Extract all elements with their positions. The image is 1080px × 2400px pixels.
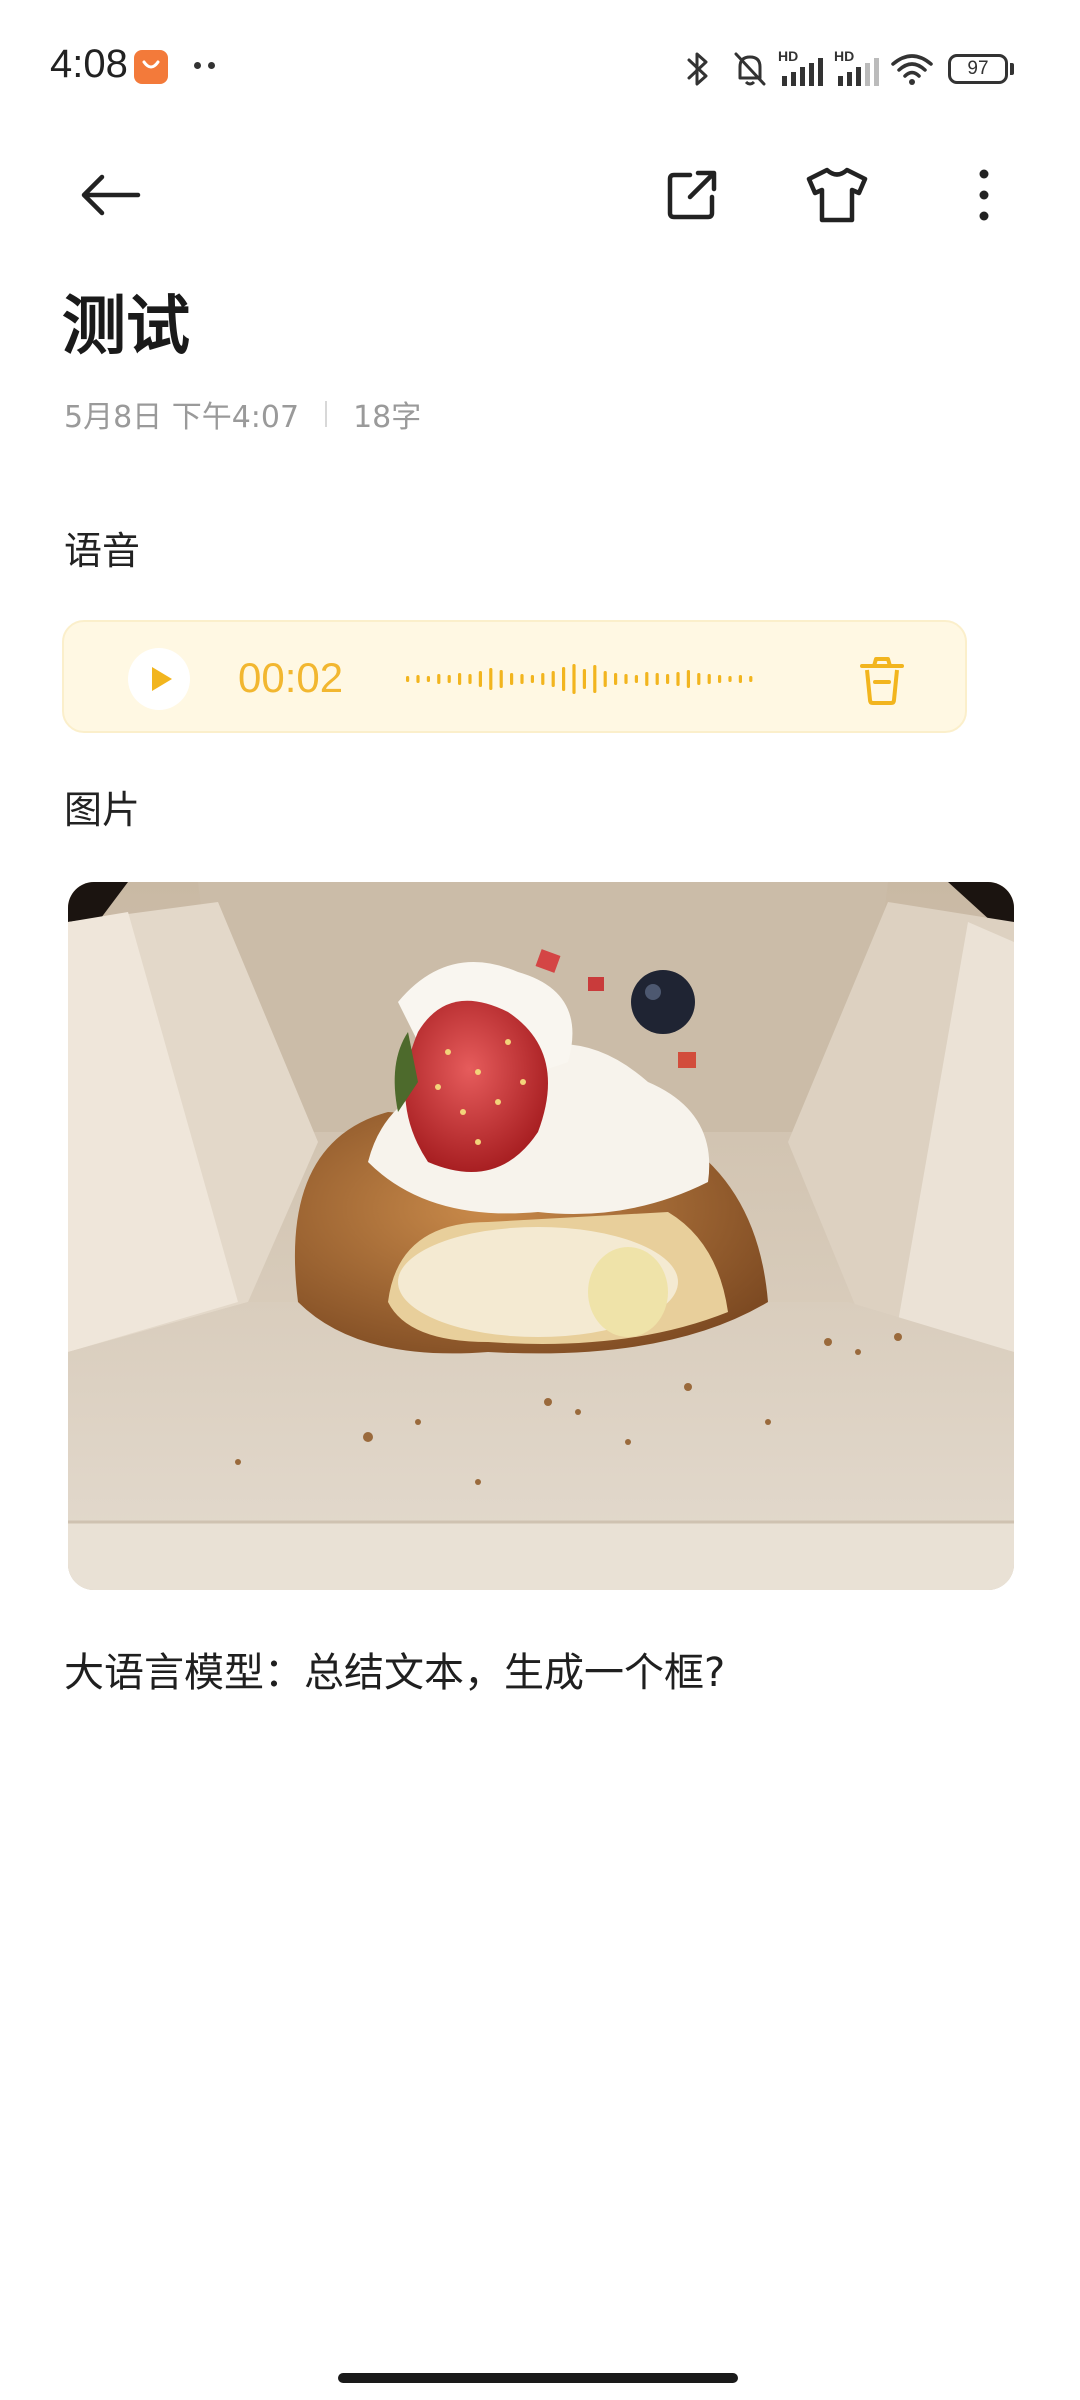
theme-shirt-icon bbox=[806, 167, 868, 223]
waveform-bar bbox=[572, 664, 576, 694]
note-title[interactable]: 测试 bbox=[62, 275, 190, 367]
waveform-bar bbox=[614, 673, 618, 685]
wifi-icon bbox=[891, 54, 933, 85]
note-body-text[interactable]: 大语言模型：总结文本，生成一个框? bbox=[64, 1640, 725, 1698]
battery-icon: 97 bbox=[948, 54, 1008, 84]
cell-signal-icon bbox=[782, 58, 823, 86]
waveform-bar bbox=[655, 673, 659, 685]
voice-duration: 00:02 bbox=[238, 654, 344, 701]
status-bar: 4:08 HD HD 97 bbox=[0, 0, 1080, 130]
note-meta: 5月8日 下午4:07 18字 bbox=[64, 392, 421, 436]
back-arrow-icon bbox=[81, 174, 141, 216]
waveform-bar bbox=[634, 675, 638, 683]
toolbar bbox=[0, 140, 1080, 250]
more-dots-icon bbox=[192, 62, 222, 72]
image-section-label[interactable]: 图片 bbox=[64, 779, 140, 834]
waveform-bar bbox=[676, 672, 680, 686]
waveform-bar bbox=[416, 675, 420, 683]
waveform-bar bbox=[541, 673, 545, 685]
waveform-bar bbox=[520, 674, 524, 684]
waveform-bar bbox=[749, 676, 753, 682]
waveform-bar bbox=[530, 675, 534, 683]
more-vertical-icon bbox=[979, 169, 989, 221]
play-icon bbox=[152, 667, 172, 691]
play-button[interactable] bbox=[128, 648, 190, 710]
waveform-bar bbox=[718, 675, 722, 683]
waveform-bar bbox=[406, 676, 410, 682]
waveform-bar bbox=[447, 675, 451, 683]
note-char-count: 18字 bbox=[353, 400, 422, 435]
waveform-bar bbox=[645, 672, 649, 686]
status-time: 4:08 bbox=[50, 42, 128, 86]
waveform-bar bbox=[738, 675, 742, 683]
battery-level: 97 bbox=[967, 58, 989, 79]
theme-button[interactable] bbox=[782, 140, 892, 250]
delete-voice-button[interactable] bbox=[854, 652, 910, 708]
waveform-bar bbox=[624, 674, 628, 684]
waveform-icon[interactable] bbox=[402, 652, 762, 706]
share-external-icon bbox=[667, 170, 717, 220]
waveform-bar bbox=[426, 676, 430, 682]
waveform-bar bbox=[489, 668, 493, 690]
waveform-bar bbox=[437, 674, 441, 684]
waveform-bar bbox=[707, 674, 711, 684]
silent-bell-icon bbox=[734, 52, 766, 86]
waveform-bar bbox=[458, 673, 462, 685]
attached-photo[interactable] bbox=[68, 882, 1014, 1590]
app-notification-icon bbox=[134, 50, 168, 84]
waveform-bar bbox=[551, 671, 555, 687]
trash-icon bbox=[860, 657, 904, 705]
battery-tip bbox=[1010, 63, 1014, 75]
waveform-bar bbox=[468, 674, 472, 684]
voice-recording-card[interactable]: 00:02 bbox=[62, 620, 967, 733]
voice-section-label[interactable]: 语音 bbox=[64, 520, 140, 575]
waveform-bar bbox=[697, 673, 701, 685]
waveform-bar bbox=[499, 670, 503, 688]
waveform-bar bbox=[593, 665, 597, 693]
waveform-bar bbox=[603, 671, 607, 687]
more-button[interactable] bbox=[929, 140, 1039, 250]
home-indicator[interactable] bbox=[338, 2373, 738, 2383]
meta-divider bbox=[325, 401, 328, 427]
waveform-bar bbox=[686, 670, 690, 688]
share-button[interactable] bbox=[637, 140, 747, 250]
bluetooth-icon bbox=[687, 52, 708, 86]
waveform-bar bbox=[478, 671, 482, 687]
back-button[interactable] bbox=[56, 140, 166, 250]
waveform-bar bbox=[510, 673, 514, 685]
waveform-bar bbox=[582, 669, 586, 689]
waveform-bar bbox=[728, 676, 732, 682]
croissant-photo-illustration bbox=[68, 882, 1014, 1590]
waveform-bar bbox=[666, 674, 670, 684]
note-date: 5月8日 下午4:07 bbox=[64, 400, 300, 435]
cell-signal-icon bbox=[838, 58, 879, 86]
waveform-bar bbox=[562, 667, 566, 691]
